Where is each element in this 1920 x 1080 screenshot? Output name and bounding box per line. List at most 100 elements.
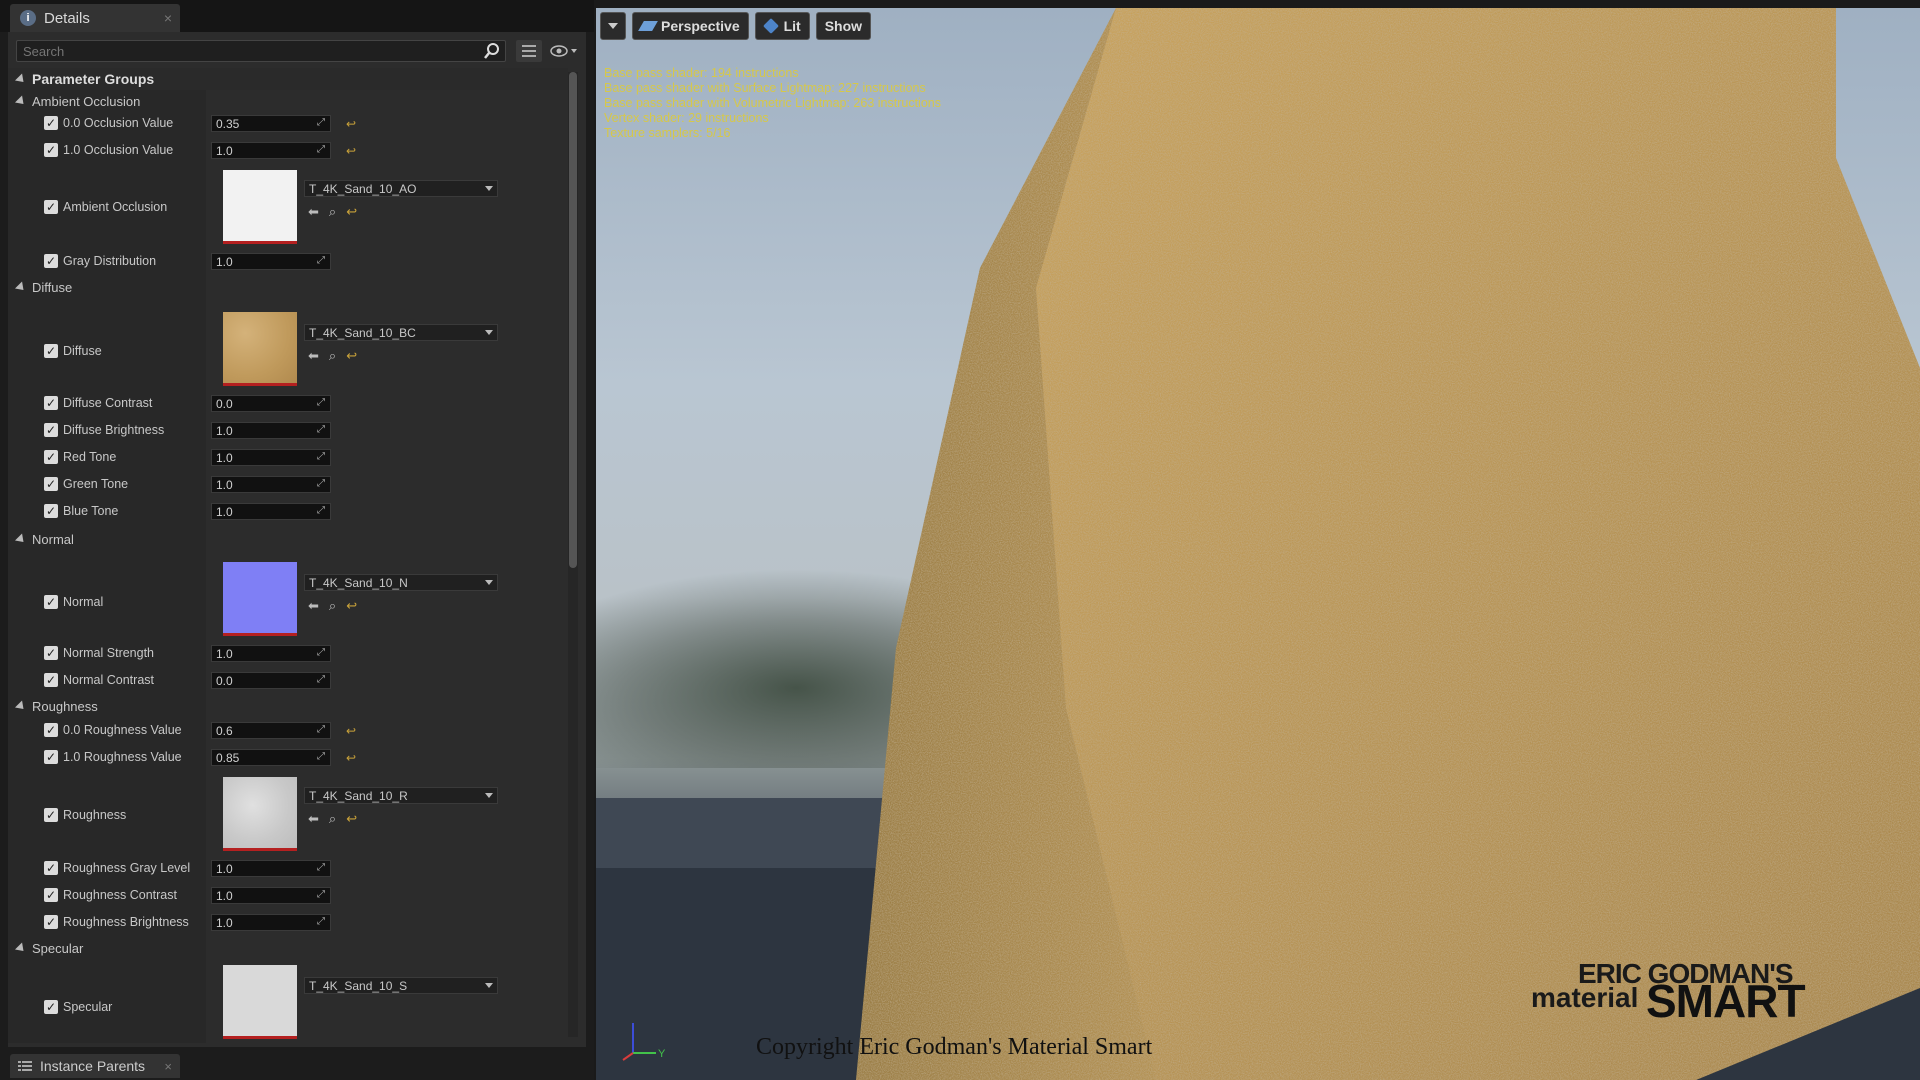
- override-checkbox[interactable]: ✓: [44, 750, 58, 764]
- collapse-arrow-icon[interactable]: [14, 941, 28, 955]
- asset-picker[interactable]: T_4K_Sand_10_R: [304, 787, 498, 804]
- value-field[interactable]: 1.0 ⤢: [211, 253, 331, 270]
- override-checkbox[interactable]: ✓: [44, 423, 58, 437]
- override-checkbox[interactable]: ✓: [44, 504, 58, 518]
- value-field[interactable]: 0.85 ⤢: [211, 749, 331, 766]
- expand-icon[interactable]: ⤢: [317, 751, 327, 762]
- use-selected-icon[interactable]: ⬅: [308, 598, 319, 614]
- reset-to-default-icon[interactable]: ↩: [346, 145, 356, 157]
- expand-icon[interactable]: ⤢: [317, 674, 327, 685]
- expand-icon[interactable]: ⤢: [317, 478, 327, 489]
- value-field[interactable]: 1.0 ⤢: [211, 422, 331, 439]
- expand-icon[interactable]: ⤢: [317, 144, 327, 155]
- override-checkbox[interactable]: ✓: [44, 477, 58, 491]
- reset-to-default-icon[interactable]: ↩: [346, 204, 357, 220]
- group-specular[interactable]: Specular: [8, 937, 568, 959]
- browse-icon[interactable]: ⌕: [329, 348, 336, 364]
- override-checkbox[interactable]: ✓: [44, 915, 58, 929]
- search-box[interactable]: [16, 40, 506, 62]
- reset-to-default-icon[interactable]: ↩: [346, 725, 356, 737]
- expand-icon[interactable]: ⤢: [317, 862, 327, 873]
- value-field[interactable]: 1.0 ⤢: [211, 887, 331, 904]
- value-field[interactable]: 0.6 ⤢: [211, 722, 331, 739]
- expand-icon[interactable]: ⤢: [317, 724, 327, 735]
- texture-thumbnail[interactable]: [223, 562, 297, 636]
- group-normal[interactable]: Normal: [8, 528, 568, 550]
- group-ambient-occlusion[interactable]: Ambient Occlusion: [8, 90, 568, 112]
- override-checkbox[interactable]: ✓: [44, 254, 58, 268]
- expand-icon[interactable]: ⤢: [317, 451, 327, 462]
- value-field[interactable]: 0.35 ⤢: [211, 115, 331, 132]
- override-checkbox[interactable]: ✓: [44, 200, 58, 214]
- asset-picker[interactable]: T_4K_Sand_10_S: [304, 977, 498, 994]
- override-checkbox[interactable]: ✓: [44, 888, 58, 902]
- override-checkbox[interactable]: ✓: [44, 861, 58, 875]
- use-selected-icon[interactable]: ⬅: [308, 348, 319, 364]
- asset-picker[interactable]: T_4K_Sand_10_BC: [304, 324, 498, 341]
- texture-thumbnail[interactable]: [223, 777, 297, 851]
- value-field[interactable]: 1.0 ⤢: [211, 860, 331, 877]
- browse-icon[interactable]: ⌕: [329, 204, 336, 220]
- value-field[interactable]: 1.0 ⤢: [211, 914, 331, 931]
- search-input[interactable]: [17, 41, 479, 62]
- parameter-groups-header[interactable]: Parameter Groups: [8, 68, 568, 90]
- viewport[interactable]: Perspective Lit Show Base pass shader: 1…: [596, 8, 1920, 1080]
- value-field[interactable]: 1.0 ⤢: [211, 449, 331, 466]
- value-field[interactable]: 1.0 ⤢: [211, 142, 331, 159]
- close-tab-icon[interactable]: ×: [164, 1059, 172, 1074]
- scrollbar-thumb[interactable]: [569, 72, 577, 568]
- instance-parents-tab[interactable]: Instance Parents ×: [10, 1054, 180, 1078]
- close-tab-icon[interactable]: ×: [164, 10, 172, 26]
- expand-icon[interactable]: ⤢: [317, 916, 327, 927]
- override-checkbox[interactable]: ✓: [44, 143, 58, 157]
- group-roughness[interactable]: Roughness: [8, 695, 568, 717]
- override-checkbox[interactable]: ✓: [44, 673, 58, 687]
- lit-button[interactable]: Lit: [754, 12, 810, 40]
- expand-icon[interactable]: ⤢: [317, 647, 327, 658]
- use-selected-icon[interactable]: ⬅: [308, 811, 319, 827]
- reset-to-default-icon[interactable]: ↩: [346, 348, 357, 364]
- override-checkbox[interactable]: ✓: [44, 344, 58, 358]
- visibility-filter-button[interactable]: [550, 42, 580, 60]
- texture-thumbnail[interactable]: [223, 170, 297, 244]
- reset-to-default-icon[interactable]: ↩: [346, 118, 356, 130]
- override-checkbox[interactable]: ✓: [44, 396, 58, 410]
- perspective-button[interactable]: Perspective: [632, 12, 749, 40]
- collapse-arrow-icon[interactable]: [14, 532, 28, 546]
- collapse-arrow-icon[interactable]: [14, 699, 28, 713]
- expand-icon[interactable]: ⤢: [317, 397, 327, 408]
- value-field[interactable]: 1.0 ⤢: [211, 503, 331, 520]
- override-checkbox[interactable]: ✓: [44, 595, 58, 609]
- value-field[interactable]: 0.0 ⤢: [211, 395, 331, 412]
- browse-icon[interactable]: ⌕: [329, 598, 336, 614]
- details-tab[interactable]: i Details ×: [10, 4, 180, 32]
- reset-to-default-icon[interactable]: ↩: [346, 811, 357, 827]
- value-field[interactable]: 0.0 ⤢: [211, 672, 331, 689]
- search-icon[interactable]: [483, 42, 501, 60]
- reset-to-default-icon[interactable]: ↩: [346, 598, 357, 614]
- collapse-arrow-icon[interactable]: [14, 94, 28, 108]
- viewport-options-button[interactable]: [600, 12, 626, 40]
- value-field[interactable]: 1.0 ⤢: [211, 645, 331, 662]
- expand-icon[interactable]: ⤢: [317, 889, 327, 900]
- override-checkbox[interactable]: ✓: [44, 116, 58, 130]
- view-options-button[interactable]: [516, 40, 542, 62]
- override-checkbox[interactable]: ✓: [44, 646, 58, 660]
- expand-icon[interactable]: ⤢: [317, 117, 327, 128]
- collapse-arrow-icon[interactable]: [14, 72, 28, 86]
- use-selected-icon[interactable]: ⬅: [308, 204, 319, 220]
- expand-icon[interactable]: ⤢: [317, 255, 327, 266]
- value-field[interactable]: 1.0 ⤢: [211, 476, 331, 493]
- texture-thumbnail[interactable]: [223, 312, 297, 386]
- reset-to-default-icon[interactable]: ↩: [346, 752, 356, 764]
- asset-picker[interactable]: T_4K_Sand_10_N: [304, 574, 498, 591]
- collapse-arrow-icon[interactable]: [14, 280, 28, 294]
- override-checkbox[interactable]: ✓: [44, 1000, 58, 1014]
- override-checkbox[interactable]: ✓: [44, 808, 58, 822]
- texture-thumbnail[interactable]: [223, 965, 297, 1039]
- details-scrollbar[interactable]: [568, 72, 578, 1037]
- expand-icon[interactable]: ⤢: [317, 424, 327, 435]
- show-button[interactable]: Show: [815, 12, 872, 40]
- asset-picker[interactable]: T_4K_Sand_10_AO: [304, 180, 498, 197]
- expand-icon[interactable]: ⤢: [317, 505, 327, 516]
